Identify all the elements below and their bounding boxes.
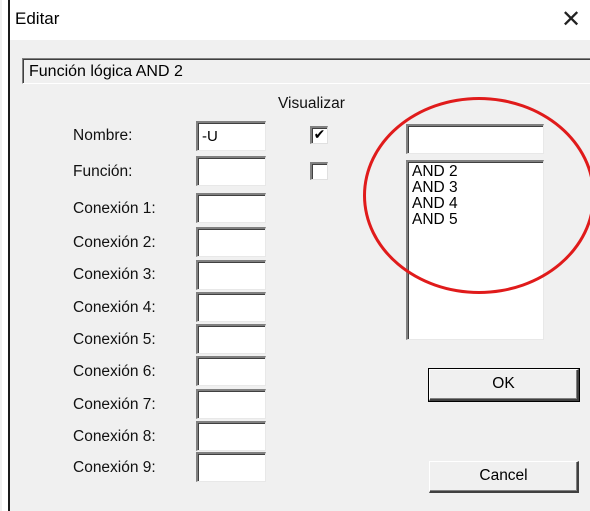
conexion-1-label: Conexión 1:: [73, 200, 156, 217]
conexion-7-label: Conexión 7:: [73, 396, 156, 413]
conexion-2-label: Conexión 2:: [73, 234, 156, 251]
left-edge: [0, 0, 2, 511]
conexion-9-label: Conexión 9:: [73, 459, 156, 476]
visualizar-label: Visualizar: [278, 95, 345, 112]
list-item[interactable]: AND 5: [412, 212, 539, 228]
funcion-label: Función:: [73, 163, 133, 180]
nombre-label: Nombre:: [73, 127, 133, 144]
conexion-2-input[interactable]: [196, 227, 266, 257]
conexion-5-input[interactable]: [196, 324, 266, 354]
conexion-3-label: Conexión 3:: [73, 266, 156, 283]
conexion-6-label: Conexión 6:: [73, 363, 156, 380]
funcion-input[interactable]: [196, 156, 266, 186]
list-search-input[interactable]: [406, 124, 544, 154]
list-item[interactable]: AND 4: [412, 196, 539, 212]
nombre-input[interactable]: [196, 121, 266, 151]
edit-dialog: Editar ✕ Función lógica AND 2 Visualizar…: [10, 0, 590, 511]
conexion-1-input[interactable]: [196, 193, 266, 223]
close-icon[interactable]: ✕: [554, 4, 588, 34]
conexion-8-label: Conexión 8:: [73, 428, 156, 445]
conexion-3-input[interactable]: [196, 260, 266, 290]
ok-button[interactable]: OK: [428, 368, 580, 402]
window-title: Editar: [15, 9, 60, 28]
nombre-visible-checkbox[interactable]: ✔: [310, 126, 328, 144]
conexion-5-label: Conexión 5:: [73, 331, 156, 348]
conexion-6-input[interactable]: [196, 356, 266, 386]
conexion-9-input[interactable]: [196, 452, 266, 482]
function-name-display: Función lógica AND 2: [22, 58, 590, 84]
list-item[interactable]: AND 2: [412, 164, 539, 180]
conexion-7-input[interactable]: [196, 389, 266, 419]
cancel-button[interactable]: Cancel: [429, 461, 579, 493]
conexion-4-input[interactable]: [196, 292, 266, 322]
funcion-visible-checkbox[interactable]: [310, 162, 328, 180]
conexion-8-input[interactable]: [196, 421, 266, 451]
list-item[interactable]: AND 3: [412, 180, 539, 196]
title-bar: Editar ✕: [10, 0, 590, 40]
conexion-4-label: Conexión 4:: [73, 299, 156, 316]
function-listbox[interactable]: AND 2 AND 3 AND 4 AND 5: [406, 160, 544, 340]
